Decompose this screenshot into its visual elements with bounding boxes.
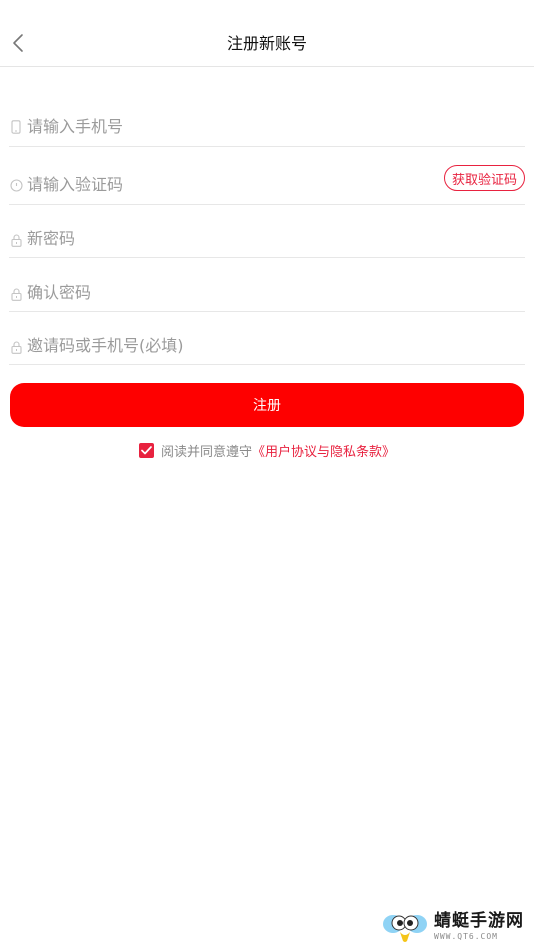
invite-code-row bbox=[9, 332, 525, 365]
lock-icon bbox=[9, 339, 23, 355]
agreement-checkbox[interactable] bbox=[138, 443, 154, 458]
dragonfly-logo-icon bbox=[383, 915, 427, 942]
app-header: 注册新账号 bbox=[0, 0, 534, 67]
new-password-input[interactable] bbox=[27, 227, 407, 251]
lock-icon bbox=[9, 232, 23, 248]
lock-icon bbox=[9, 286, 23, 302]
agreement-row: 阅读并同意遵守 《用户协议与隐私条款》 bbox=[0, 441, 534, 460]
watermark: 蜻蜓手游网 WWW.QT6.COM bbox=[382, 910, 524, 944]
confirm-password-row bbox=[9, 279, 525, 312]
get-code-button[interactable]: 获取验证码 bbox=[444, 165, 525, 191]
shield-icon bbox=[9, 177, 23, 193]
phone-row bbox=[9, 108, 525, 147]
watermark-url: WWW.QT6.COM bbox=[434, 932, 498, 941]
page-title: 注册新账号 bbox=[226, 34, 307, 53]
register-button[interactable]: 注册 bbox=[10, 383, 524, 427]
agreement-text: 阅读并同意遵守 bbox=[160, 445, 252, 460]
confirm-password-input[interactable] bbox=[27, 281, 407, 305]
password-row bbox=[9, 225, 525, 258]
checkmark-icon bbox=[141, 446, 152, 455]
watermark-title: 蜻蜓手游网 bbox=[434, 911, 524, 931]
phone-icon bbox=[9, 119, 23, 135]
terms-link[interactable]: 《用户协议与隐私条款》 bbox=[252, 441, 395, 460]
invite-code-input[interactable] bbox=[27, 334, 407, 358]
phone-input[interactable] bbox=[27, 115, 407, 139]
verification-code-input[interactable] bbox=[27, 173, 327, 197]
